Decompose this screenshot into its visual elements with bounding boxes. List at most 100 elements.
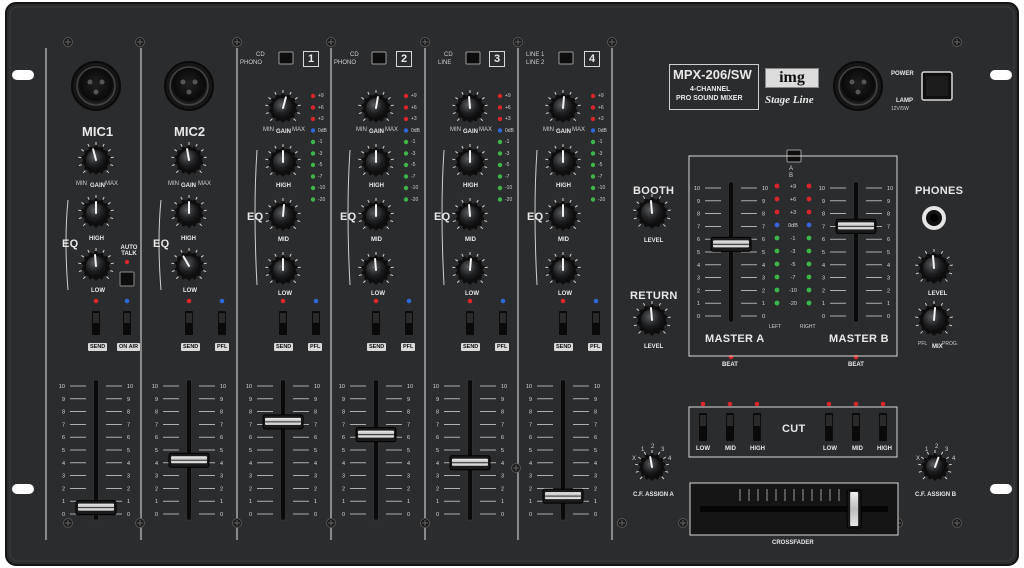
- fader-scale-label: 5: [697, 250, 700, 256]
- ch4-gain-max: MAX: [572, 127, 586, 133]
- fader-scale-label: 4: [501, 461, 504, 467]
- beat-b-label: BEAT: [848, 362, 864, 368]
- cut-button-5[interactable]: [852, 413, 860, 441]
- pfl-switch[interactable]: [312, 311, 320, 335]
- ch1-meter-label: +6: [318, 104, 324, 111]
- cut-button-2[interactable]: [726, 413, 734, 441]
- phones-jack[interactable]: [922, 206, 946, 230]
- fader-scale-label: 3: [594, 474, 597, 480]
- crossfader[interactable]: [689, 482, 899, 536]
- ch3-meter-label: -5: [505, 162, 510, 168]
- fader-scale-label: 7: [594, 422, 597, 428]
- fader-scale-label: 6: [822, 237, 825, 243]
- fader-scale-label: 0: [529, 512, 532, 518]
- power-button[interactable]: [921, 71, 953, 101]
- fader-scale-label: 6: [342, 435, 345, 441]
- ch2-meter-led: [403, 174, 409, 179]
- screw-icon: [326, 37, 336, 47]
- fader-scale-label: 1: [62, 499, 65, 505]
- ch4-meter-led: [590, 105, 596, 110]
- mic2-eq-label: EQ: [153, 238, 170, 250]
- ch2-meter-led: [403, 105, 409, 110]
- ch4-meter-label: +3: [598, 116, 604, 122]
- fader-scale-label: 3: [155, 474, 158, 480]
- fader-scale-label: 2: [762, 288, 765, 294]
- ch4-meter-led: [590, 185, 596, 191]
- cut-button-3[interactable]: [753, 413, 761, 441]
- ch4-source-switch[interactable]: [558, 51, 574, 65]
- fader-scale-label: 10: [887, 186, 893, 192]
- ch1-gain-min: MIN: [263, 127, 274, 133]
- mixer-photo: +9+6+30dB-1-3-5-7-10-20 10 109 98 87 76 65 54 4…: [5, 2, 1019, 566]
- xlr-input-jack[interactable]: [164, 61, 214, 111]
- fader-scale-label: 9: [407, 397, 410, 403]
- fader-scale-label: 9: [342, 397, 345, 403]
- lamp-xlr-socket[interactable]: [833, 61, 883, 111]
- fader-scale-label: 8: [594, 410, 597, 416]
- cut-button-1[interactable]: [699, 413, 707, 441]
- cf-a-pos-x: X: [632, 456, 637, 462]
- master-meter-left-led: [774, 196, 780, 202]
- ch1-meter-led: [310, 197, 316, 202]
- send-switch[interactable]: [185, 311, 193, 335]
- pfl-switch[interactable]: [499, 311, 507, 335]
- cut-button-6[interactable]: [879, 413, 887, 441]
- send-switch[interactable]: [559, 311, 567, 335]
- fader-scale-label: 2: [62, 486, 65, 492]
- mic1-gain-label: GAIN: [90, 183, 105, 189]
- pfl-switch[interactable]: [123, 311, 131, 335]
- fader-scale-label: 2: [127, 486, 130, 492]
- ch2-gain-max: MAX: [385, 127, 399, 133]
- ch4-meter-label: -10: [598, 185, 606, 191]
- ch3-source-switch[interactable]: [465, 51, 481, 65]
- rack-ear-hole: [990, 70, 1012, 80]
- send-switch[interactable]: [279, 311, 287, 335]
- fader-scale-label: 4: [407, 461, 410, 467]
- fader-scale-label: 10: [526, 384, 532, 390]
- send-switch[interactable]: [92, 311, 100, 335]
- fader-scale-label: 7: [436, 422, 439, 428]
- cut-button-4[interactable]: [825, 413, 833, 441]
- ch2-source-switch[interactable]: [371, 51, 387, 65]
- ch3-gain-label: GAIN: [463, 129, 478, 135]
- fader-scale-label: 4: [249, 461, 252, 467]
- ch1-source-switch[interactable]: [278, 51, 294, 65]
- pfl-switch[interactable]: [592, 311, 600, 335]
- screw-icon: [513, 37, 523, 47]
- fader-scale-label: 3: [220, 474, 223, 480]
- ch3-meter-led: [497, 139, 503, 145]
- fader-scale-label: 3: [342, 474, 345, 480]
- fader-scale-label: 8: [501, 410, 504, 416]
- ch4-gain-label: GAIN: [556, 129, 571, 135]
- mic2-gain-label: GAIN: [181, 183, 196, 189]
- fader-scale-label: 3: [529, 474, 532, 480]
- ch2-pfl-tag: PFL: [401, 343, 416, 351]
- send-switch[interactable]: [372, 311, 380, 335]
- send-switch[interactable]: [466, 311, 474, 335]
- fader-scale-label: 2: [314, 486, 317, 492]
- ch4-pfl-tag: PFL: [588, 343, 603, 351]
- auto-talk-button[interactable]: [119, 271, 135, 287]
- master-meter-left-led: [774, 287, 780, 293]
- ch3-mid-label: MID: [465, 237, 476, 243]
- master-meter-label: -10: [789, 288, 797, 294]
- xlr-input-jack[interactable]: [71, 61, 121, 111]
- master-b-label: MASTER B: [829, 333, 889, 345]
- ch3-meter-led: [497, 116, 503, 122]
- master-meter-right-led: [806, 248, 812, 254]
- mic2-pfl-tag: PFL: [215, 343, 230, 351]
- pfl-switch[interactable]: [218, 311, 226, 335]
- fader-scale-label: 0: [436, 512, 439, 518]
- ch1-low-label: LOW: [278, 291, 292, 297]
- pfl-switch[interactable]: [405, 311, 413, 335]
- fader-scale-label: 10: [501, 384, 507, 390]
- screw-icon: [607, 37, 617, 47]
- fader-scale-label: 0: [697, 314, 700, 320]
- ch4-meter-led: [590, 174, 596, 179]
- master-meter-right-led: [806, 287, 812, 293]
- return-level: LEVEL: [644, 344, 664, 350]
- master-meter-right-led: [806, 261, 812, 267]
- cf-a-pos-2: 2: [651, 444, 655, 450]
- fader-scale-label: 4: [127, 461, 130, 467]
- master-meter-label: -3: [791, 249, 796, 255]
